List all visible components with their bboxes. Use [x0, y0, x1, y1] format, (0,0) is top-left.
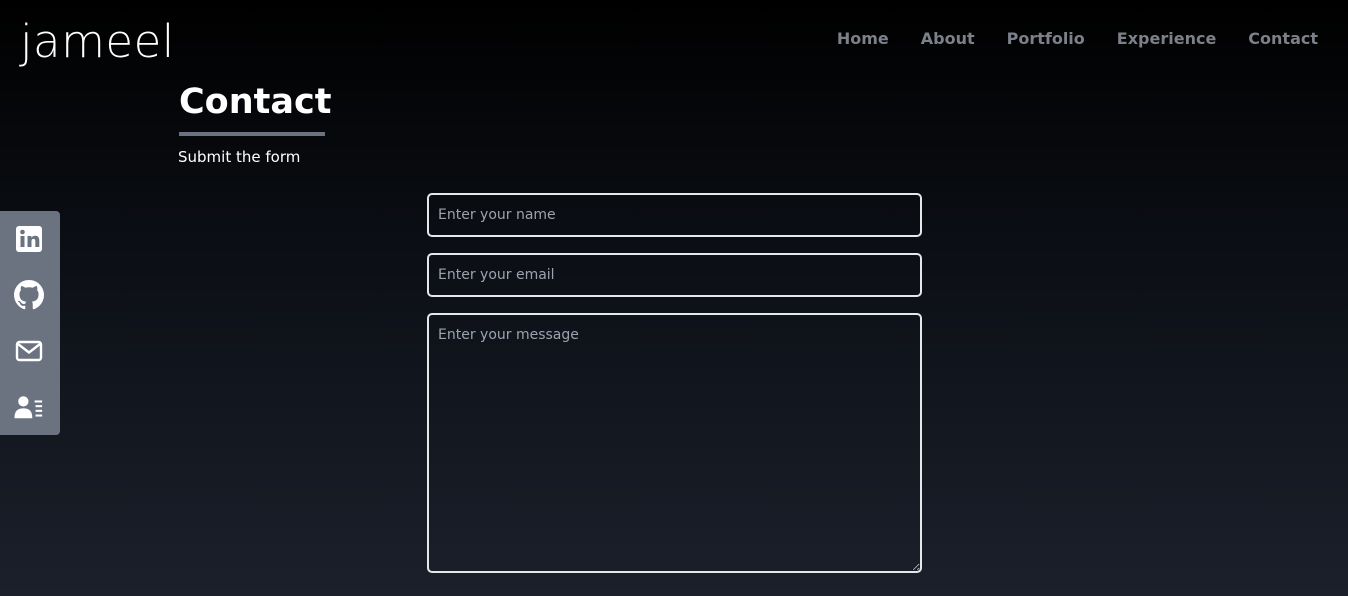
section-header: Contact — [179, 80, 332, 136]
linkedin-link[interactable] — [14, 224, 44, 254]
nav-home[interactable]: Home — [837, 29, 889, 49]
resume-link[interactable] — [14, 392, 44, 422]
nav-contact[interactable]: Contact — [1248, 29, 1318, 49]
contact-form — [427, 193, 922, 573]
main-nav: Home About Portfolio Experience Contact — [837, 29, 1318, 49]
github-icon — [14, 280, 44, 310]
mail-icon — [15, 340, 43, 362]
github-link[interactable] — [14, 280, 44, 310]
title-underline — [179, 132, 325, 136]
linkedin-icon — [16, 226, 42, 252]
email-link[interactable] — [14, 336, 44, 366]
name-field[interactable] — [427, 193, 922, 237]
page-title: Contact — [179, 82, 332, 122]
message-field[interactable] — [427, 313, 922, 573]
site-logo[interactable]: jameel — [20, 12, 175, 72]
email-field[interactable] — [427, 253, 922, 297]
resume-icon — [14, 396, 43, 419]
nav-portfolio[interactable]: Portfolio — [1007, 29, 1085, 49]
page-subtitle: Submit the form — [178, 148, 301, 166]
social-sidebar — [0, 211, 60, 435]
nav-about[interactable]: About — [921, 29, 975, 49]
nav-experience[interactable]: Experience — [1117, 29, 1217, 49]
